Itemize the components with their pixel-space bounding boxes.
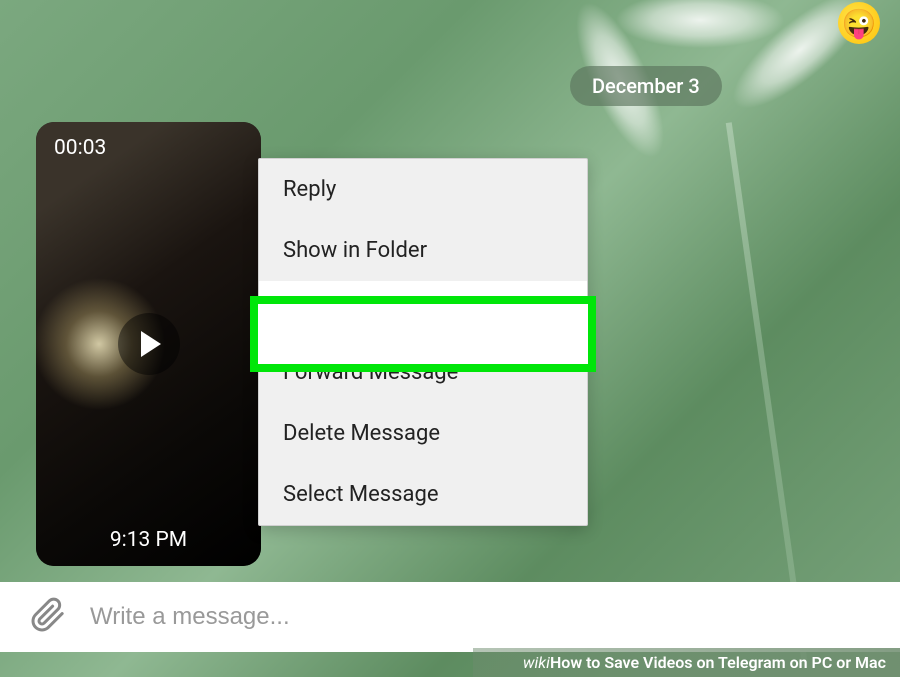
menu-item-delete-message[interactable]: Delete Message: [259, 403, 587, 464]
message-timestamp: 9:13 PM: [36, 528, 261, 552]
sticker-emoji[interactable]: 😜: [838, 2, 880, 44]
menu-item-forward-message[interactable]: Forward Message: [259, 342, 587, 403]
menu-item-select-message[interactable]: Select Message: [259, 464, 587, 525]
compose-bar: [0, 582, 900, 652]
menu-item-show-in-folder[interactable]: Show in Folder: [259, 220, 587, 281]
video-duration: 00:03: [54, 136, 106, 160]
play-icon: [141, 331, 161, 357]
wikihow-watermark: wikiHow to Save Videos on Telegram on PC…: [473, 648, 900, 677]
message-input[interactable]: [90, 603, 870, 631]
watermark-text: How to Save Videos on Telegram on PC or …: [550, 653, 886, 672]
date-separator: December 3: [570, 66, 722, 106]
menu-item-save-video-as[interactable]: Save Video As...: [259, 281, 587, 342]
menu-item-reply[interactable]: Reply: [259, 159, 587, 220]
context-menu: Reply Show in Folder Save Video As... Fo…: [258, 158, 588, 526]
play-button[interactable]: [118, 313, 180, 375]
video-message[interactable]: 00:03 9:13 PM: [36, 122, 261, 566]
watermark-prefix: wiki: [523, 653, 550, 672]
attach-icon[interactable]: [30, 597, 66, 637]
